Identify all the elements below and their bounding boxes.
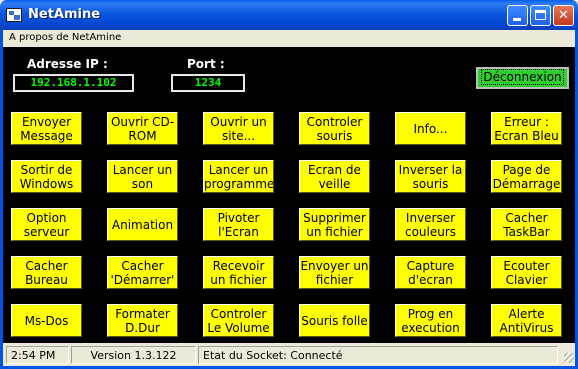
command-button-label: Controler souris	[306, 114, 363, 143]
close-icon: ✕	[558, 8, 569, 23]
command-button-label: Cacher TaskBar	[503, 210, 550, 239]
command-button-label: Recevoir un fichier	[210, 258, 267, 287]
command-button[interactable]: Option serveur	[11, 208, 82, 241]
command-button-label: Sortir de Windows	[19, 162, 74, 191]
command-button[interactable]: Prog en execution	[395, 304, 466, 337]
command-button-label: Ouvrir un site...	[210, 114, 267, 143]
command-button[interactable]: Info...	[395, 112, 466, 145]
port-label: Port :	[187, 57, 225, 71]
disconnect-label: Déconnexion	[481, 69, 564, 85]
command-button-label: Inverser la souris	[398, 162, 463, 191]
command-button-label: Alerte AntiVirus	[499, 306, 554, 335]
command-button[interactable]: Envoyer un fichier	[299, 256, 370, 289]
status-bar: 2:54 PM Version 1.3.122 Etat du Socket: …	[3, 343, 575, 366]
command-button-label: Supprimer un fichier	[303, 210, 366, 239]
command-button[interactable]: Cacher 'Démarrer'	[107, 256, 178, 289]
command-button[interactable]: Cacher Bureau	[11, 256, 82, 289]
command-button[interactable]: Erreur : Ecran Bleu	[491, 112, 562, 145]
window-title: NetAmine	[28, 7, 101, 22]
command-button-label: Lancer un son	[112, 162, 173, 191]
command-button[interactable]: Animation	[107, 208, 178, 241]
command-button-label: Erreur : Ecran Bleu	[494, 114, 559, 143]
command-button[interactable]: Ecouter Clavier	[491, 256, 562, 289]
command-button[interactable]: Ouvrir CD-ROM	[107, 112, 178, 145]
close-button[interactable]: ✕	[553, 5, 574, 26]
command-button-label: Capture d'ecran	[406, 258, 455, 287]
command-button-label: Prog en execution	[401, 306, 460, 335]
command-button-label: Envoyer Message	[20, 114, 73, 143]
maximize-icon	[535, 10, 546, 20]
command-button[interactable]: Souris folle	[299, 304, 370, 337]
command-button[interactable]: Lancer un programme	[203, 160, 274, 193]
command-button[interactable]: Supprimer un fichier	[299, 208, 370, 241]
command-button[interactable]: Sortir de Windows	[11, 160, 82, 193]
command-button-label: Cacher 'Démarrer'	[110, 258, 175, 287]
command-button[interactable]: Capture d'ecran	[395, 256, 466, 289]
command-button-label: Ecran de veille	[308, 162, 361, 191]
command-button-label: Option serveur	[23, 210, 70, 239]
command-button[interactable]: Pivoter l'Ecran	[203, 208, 274, 241]
command-button-label: Pivoter l'Ecran	[217, 210, 260, 239]
status-version: Version 1.3.122	[71, 346, 196, 364]
command-button[interactable]: Lancer un son	[107, 160, 178, 193]
command-button[interactable]: Page de Démarrage	[491, 160, 562, 193]
command-button[interactable]: Ouvrir un site...	[203, 112, 274, 145]
command-button[interactable]: Controler Le Volume	[203, 304, 274, 337]
menu-item-about[interactable]: A propos de NetAmine	[9, 32, 121, 43]
minimize-icon	[513, 18, 521, 21]
command-button-label: Info...	[413, 121, 448, 136]
resize-grip[interactable]	[564, 353, 574, 363]
title-bar[interactable]: NetAmine ✕	[0, 0, 578, 30]
command-button[interactable]: Cacher TaskBar	[491, 208, 562, 241]
menu-bar: A propos de NetAmine	[3, 30, 575, 47]
command-button[interactable]: Recevoir un fichier	[203, 256, 274, 289]
command-button-label: Souris folle	[301, 313, 368, 328]
command-button[interactable]: Controler souris	[299, 112, 370, 145]
command-button[interactable]: Ecran de veille	[299, 160, 370, 193]
command-button[interactable]: Ms-Dos	[11, 304, 82, 337]
command-button-label: Formater D.Dur	[115, 306, 170, 335]
status-socket: Etat du Socket: Connecté	[198, 346, 558, 364]
command-button-label: Ms-Dos	[24, 313, 69, 328]
command-button-label: Inverser couleurs	[404, 210, 457, 239]
command-button-label: Lancer un programme	[204, 162, 274, 191]
status-time: 2:54 PM	[6, 346, 69, 364]
command-button[interactable]: Alerte AntiVirus	[491, 304, 562, 337]
main-panel: Adresse IP : 192.168.1.102 Port : 1234 D…	[3, 47, 575, 343]
command-button-label: Ecouter Clavier	[503, 258, 550, 287]
ip-address-label: Adresse IP :	[27, 57, 108, 71]
command-button-label: Page de Démarrage	[492, 162, 561, 191]
command-button-label: Cacher Bureau	[25, 258, 68, 287]
command-button[interactable]: Inverser la souris	[395, 160, 466, 193]
command-button-label: Envoyer un fichier	[300, 258, 369, 287]
command-button[interactable]: Inverser couleurs	[395, 208, 466, 241]
command-button[interactable]: Envoyer Message	[11, 112, 82, 145]
command-button-label: Ouvrir CD-ROM	[110, 114, 175, 143]
maximize-button[interactable]	[530, 5, 551, 26]
minimize-button[interactable]	[507, 5, 528, 26]
command-button[interactable]: Formater D.Dur	[107, 304, 178, 337]
ip-address-field[interactable]: 192.168.1.102	[13, 74, 134, 92]
command-button-label: Animation	[111, 217, 174, 232]
command-button-label: Controler Le Volume	[207, 306, 270, 335]
app-icon[interactable]	[6, 8, 22, 22]
disconnect-button[interactable]: Déconnexion	[476, 67, 569, 89]
app-window: NetAmine ✕ A propos de NetAmine Adresse …	[0, 0, 578, 369]
port-field[interactable]: 1234	[171, 74, 245, 92]
